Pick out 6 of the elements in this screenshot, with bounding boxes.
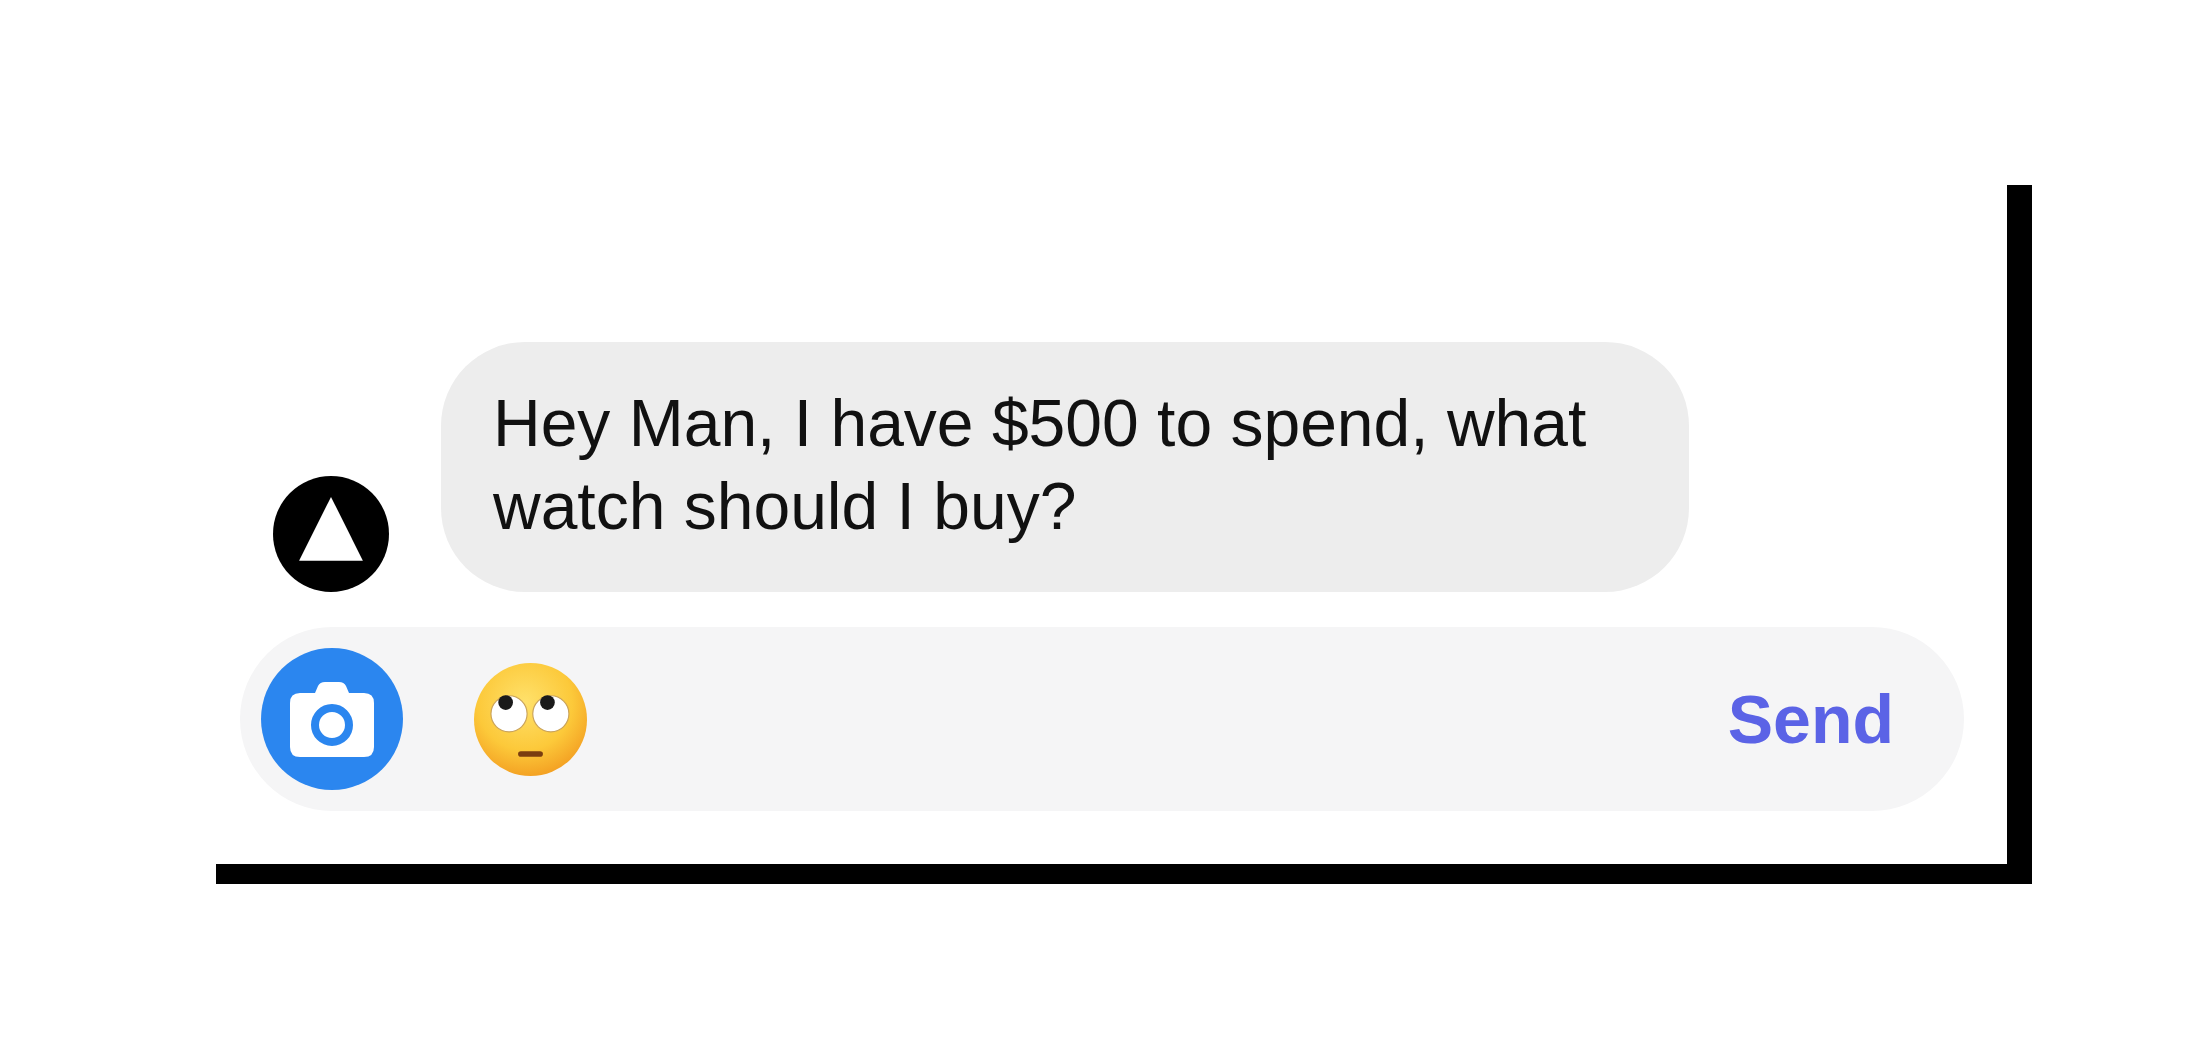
rolling-eyes-face-icon xyxy=(474,662,587,776)
avatar-icon xyxy=(273,476,389,592)
send-button[interactable]: Send xyxy=(1727,685,1894,753)
camera-icon xyxy=(290,681,374,757)
message-input-field[interactable]: Send xyxy=(240,627,1964,811)
message-text: Hey Man, I have $500 to spend, what watch should I buy? xyxy=(493,385,1588,545)
